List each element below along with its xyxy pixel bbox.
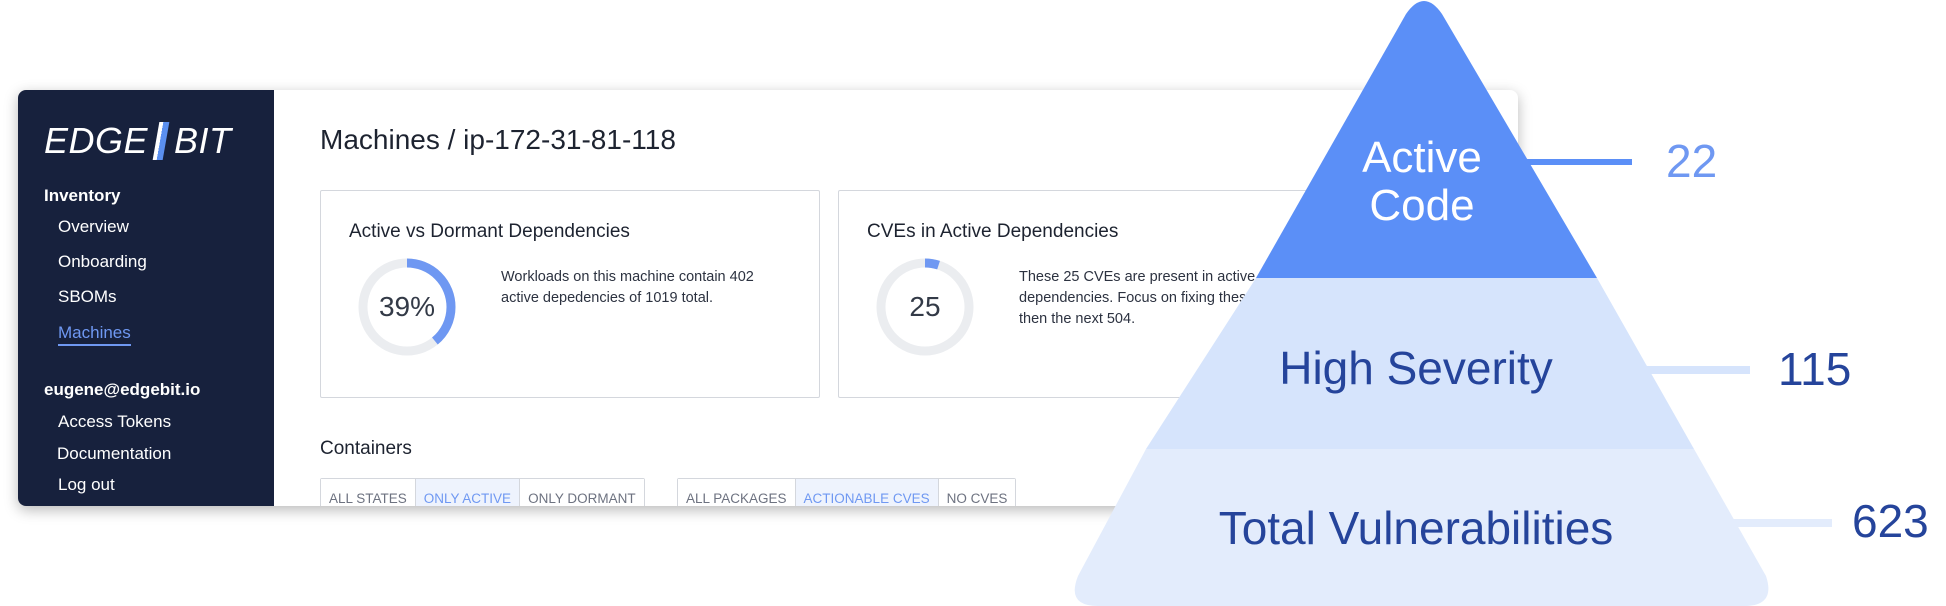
pyramid-label-high-severity: High Severity (1279, 342, 1553, 394)
pyramid-label-line: Code (1369, 181, 1475, 230)
pyramid-count-total: 623 (1852, 495, 1929, 547)
pyramid-count-high-severity: 115 (1778, 343, 1852, 395)
pyramid-label-line: Active (1362, 133, 1482, 182)
pyramid-label-total-vulnerabilities: Total Vulnerabilities (1218, 502, 1614, 554)
pyramid-count-active-code: 22 (1666, 135, 1718, 187)
pyramid-label-active-code: Active Code (1322, 134, 1522, 230)
marketing-illustration: EDGE BIT Inventory Overview Onboarding S… (0, 0, 1946, 606)
